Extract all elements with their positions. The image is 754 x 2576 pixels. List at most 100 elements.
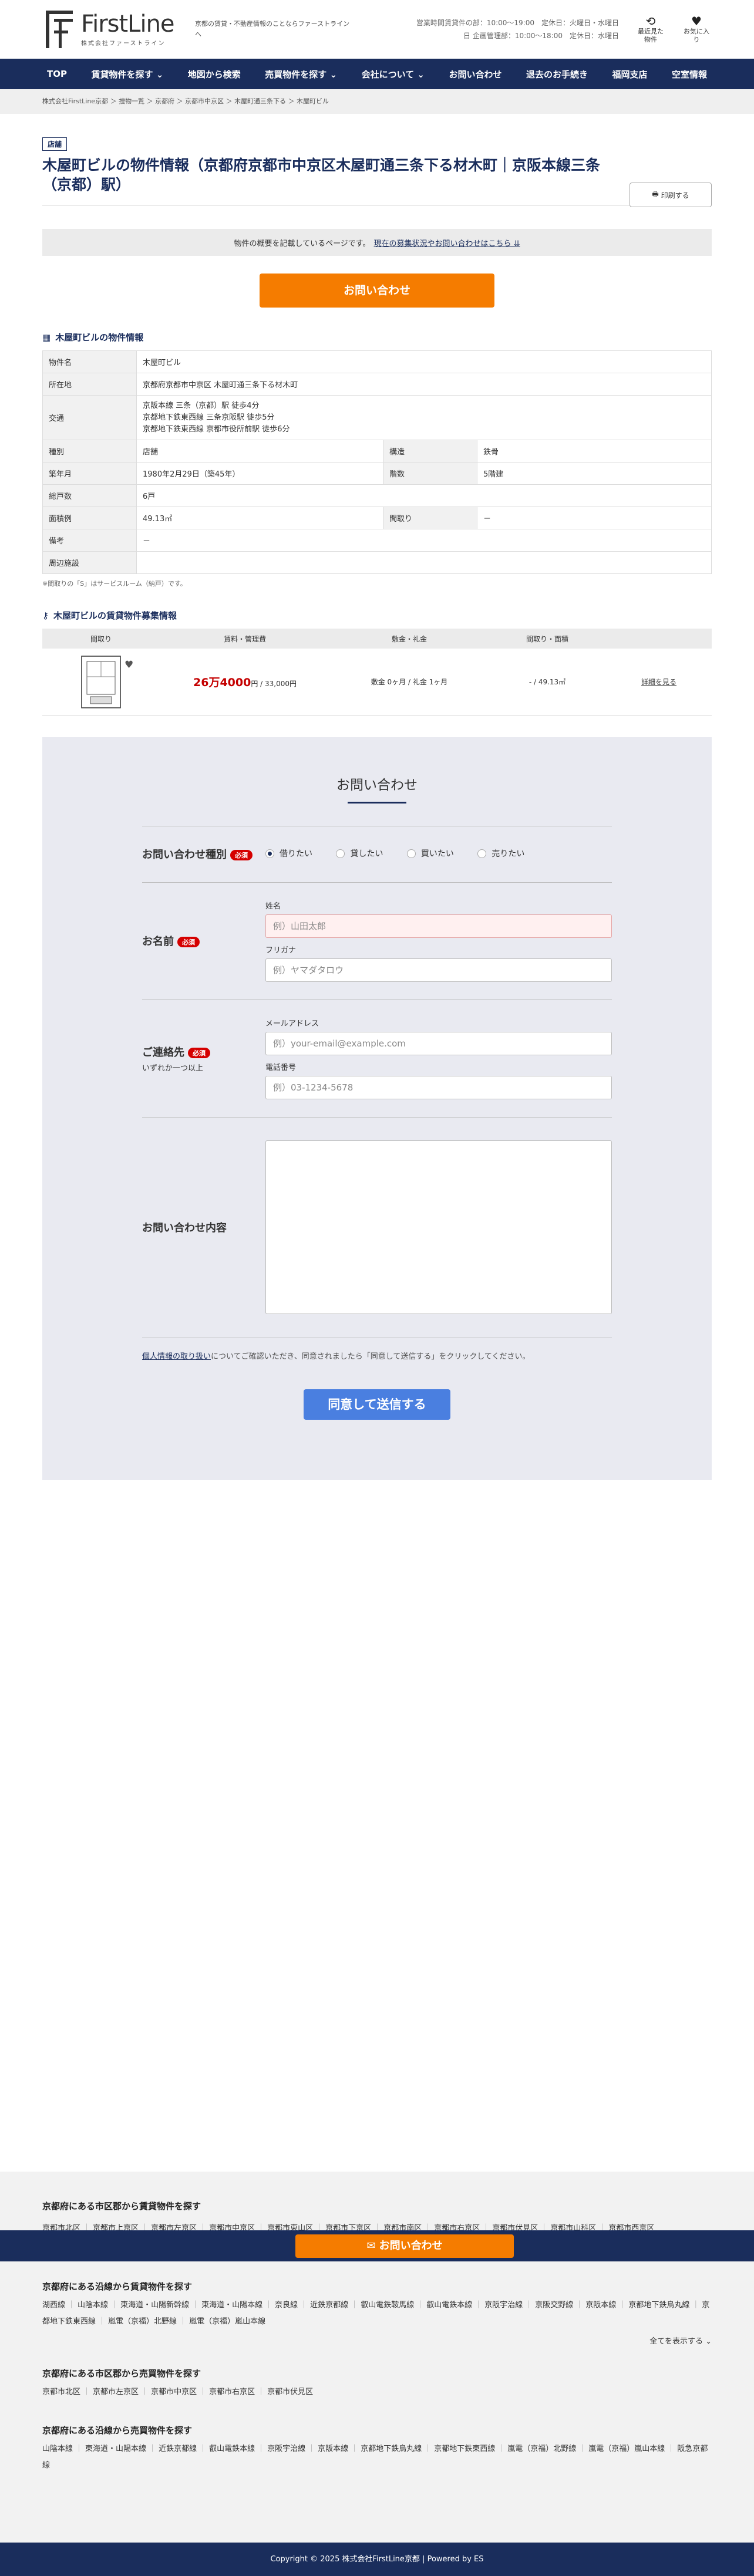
footer-link[interactable]: 京都市伏見区 — [267, 2388, 315, 2396]
building-icon: ▦ — [42, 332, 51, 343]
contact-label-text: ご連絡先 — [142, 1046, 184, 1059]
footer-link[interactable]: 嵐電（京福）北野線 — [507, 2445, 586, 2453]
contact-cta-button[interactable]: お問い合わせ — [260, 274, 494, 308]
tel-input[interactable]: 例）03-1234-5678 — [265, 1076, 612, 1099]
footer-link[interactable]: 京阪本線 — [585, 2301, 626, 2310]
sticky-contact-label: お問い合わせ — [379, 2240, 443, 2252]
traffic-line-1: 京阪本線 三条（京都）駅 徒歩4分 — [143, 401, 260, 410]
label-traffic: 交通 — [42, 395, 137, 440]
email-input[interactable]: 例）your-email@example.com — [265, 1032, 612, 1055]
radio-lend[interactable]: 貸したい — [336, 848, 383, 859]
detail-link[interactable]: 詳細を見る — [641, 678, 676, 686]
footer-link[interactable]: 嵐電（京福）嵐山本線 — [588, 2445, 675, 2453]
value-structure: 鉄骨 — [477, 440, 712, 462]
nav-company[interactable]: 会社について ⌄ — [357, 68, 429, 80]
required-badge: 必須 — [177, 937, 200, 947]
kana-input[interactable]: 例）ヤマダタロウ — [265, 958, 612, 982]
history-icon: ⟲ — [645, 14, 656, 28]
summary-link[interactable]: 現在の募集状況やお問い合わせはこちら ⇊ — [374, 237, 520, 248]
area-cell: - / 49.13㎡ — [489, 649, 606, 716]
name-row: お名前 必須 姓名 例）山田太郎 フリガナ 例）ヤマダタロウ — [142, 882, 612, 1000]
footer-rent-line-links: 湖西線山陰本線東海道・山陽新幹線東海道・山陽本線奈良線近鉄京都線叡山電鉄鞍馬線叡… — [42, 2297, 712, 2330]
floorplan-image[interactable] — [81, 656, 121, 708]
property-info-table: 物件名 木屋町ビル 所在地 京都府京都市中京区 木屋町通三条下る材木町 交通 京阪本線… — [42, 350, 712, 574]
table-row[interactable]: ♥ 26万4000円 / 33,000円 敷金 0ヶ月 / 礼金 1ヶ月 - /… — [42, 649, 712, 716]
main-content: 店舗 木屋町ビルの物件情報（京都府京都市中京区木屋町通三条下る材木町｜京阪本線三… — [42, 114, 712, 1480]
value-address: 京都府京都市中京区 木屋町通三条下る材木町 — [136, 373, 712, 396]
detail-cell: 詳細を見る — [606, 649, 712, 716]
deposit-cell: 敷金 0ヶ月 / 礼金 1ヶ月 — [330, 649, 489, 716]
footer-link[interactable]: 京阪宇治線 — [484, 2301, 533, 2310]
footer-link[interactable]: 京阪交野線 — [535, 2301, 583, 2310]
inquiry-type-row: お問い合わせ種別 必須 借りたい 貸したい 買いたい 売りたい — [142, 825, 612, 882]
site-tagline: 京都の賃貸・不動産情報のことならファーストラインへ — [195, 20, 350, 38]
traffic-line-2: 京都地下鉄東西線 三条京阪駅 徒歩5分 — [143, 413, 275, 422]
privacy-link[interactable]: 個人情報の取り扱い — [142, 1352, 211, 1361]
submit-button[interactable]: 同意して送信する — [304, 1389, 450, 1420]
col-action — [606, 629, 712, 649]
site-logo[interactable]: FirstLine 株式会社ファーストライン — [42, 8, 189, 50]
recent-viewed-button[interactable]: ⟲ 最近見た物件 — [635, 15, 666, 44]
footer-link[interactable]: 京都地下鉄烏丸線 — [628, 2301, 699, 2310]
nav-sale[interactable]: 売買物件を探す ⌄ — [260, 68, 342, 80]
breadcrumb-text[interactable]: 株式会社FirstLine京都 ＞ 捜物一覧 ＞ 京都府 ＞ 京都市中京区 ＞ … — [42, 89, 712, 114]
name-input[interactable]: 例）山田太郎 — [265, 914, 612, 938]
footer-rent-area-heading: 京都府にある市区郡から賃貸物件を探す — [42, 2201, 201, 2212]
traffic-line-3: 京都地下鉄東西線 京都市役所前駅 徒歩6分 — [143, 424, 290, 434]
print-button[interactable]: 🖶 印刷する — [630, 183, 712, 207]
nav-top[interactable]: TOP — [42, 69, 72, 79]
footer-link[interactable]: 嵐電（京福）嵐山本線 — [189, 2317, 268, 2326]
inquiry-type-label: お問い合わせ種別 必須 — [142, 846, 265, 862]
label-units: 総戸数 — [42, 484, 137, 507]
nav-map[interactable]: 地図から検索 — [183, 68, 245, 80]
value-name: 木屋町ビル — [136, 350, 712, 373]
recent-viewed-label: 最近見た物件 — [638, 28, 664, 43]
footer-link[interactable]: 京都地下鉄烏丸線 — [361, 2445, 432, 2453]
footer-link[interactable]: 京阪宇治線 — [267, 2445, 315, 2453]
radio-rent[interactable]: 借りたい — [265, 848, 312, 859]
footer-sale-area-heading: 京都府にある市区郡から売買物件を探す — [42, 2368, 201, 2379]
value-area: 49.13㎡ — [136, 507, 383, 529]
radio-buy[interactable]: 買いたい — [406, 848, 454, 859]
footer-link[interactable]: 京都地下鉄東西線 — [434, 2445, 505, 2453]
message-label: お問い合わせ内容 — [142, 1222, 227, 1234]
show-all-link[interactable]: 全てを表示する ⌄ — [42, 2335, 712, 2346]
footer-link[interactable]: 叡山電鉄本線 — [209, 2445, 265, 2453]
footer-link[interactable]: 湖西線 — [42, 2301, 75, 2310]
favorite-heart-icon[interactable]: ♥ — [124, 659, 133, 671]
footer-link[interactable]: 近鉄京都線 — [159, 2445, 207, 2453]
kana-sublabel: フリガナ — [265, 946, 297, 955]
footer-link[interactable]: 近鉄京都線 — [310, 2301, 358, 2310]
favorites-label: お気に入り — [684, 28, 709, 43]
sticky-contact-bar: ✉ お問い合わせ — [0, 2230, 754, 2261]
footer-link[interactable]: 京都市北区 — [42, 2388, 90, 2396]
nav-moveout[interactable]: 退去のお手続き — [521, 68, 593, 80]
label-layout: 間取り — [383, 507, 477, 529]
footer-link[interactable]: 嵐電（京福）北野線 — [108, 2317, 187, 2326]
footer-link[interactable]: 京阪本線 — [318, 2445, 358, 2453]
message-textarea[interactable] — [265, 1140, 612, 1314]
logo-name: FirstLine — [81, 10, 175, 38]
nav-vacancy[interactable]: 空室情報 — [667, 68, 712, 80]
footer-sale-line-heading: 京都府にある沿線から売買物件を探す — [42, 2425, 193, 2436]
footer-link[interactable]: 京都市中京区 — [151, 2388, 207, 2396]
mail-icon: ✉ — [366, 2240, 379, 2252]
footer-link[interactable]: 東海道・山陽新幹線 — [120, 2301, 199, 2310]
radio-sell[interactable]: 売りたい — [477, 848, 524, 859]
footer-link[interactable]: 奈良線 — [275, 2301, 308, 2310]
footer-link[interactable]: 京都市右京区 — [209, 2388, 265, 2396]
footer-link[interactable]: 東海道・山陽本線 — [201, 2301, 272, 2310]
name-sublabel: 姓名 — [265, 902, 281, 911]
nav-contact[interactable]: お問い合わせ — [444, 68, 506, 80]
footer-link[interactable]: 東海道・山陽本線 — [85, 2445, 156, 2453]
sticky-contact-button[interactable]: ✉ お問い合わせ — [295, 2234, 514, 2258]
nav-fukuoka[interactable]: 福岡支店 — [607, 68, 652, 80]
footer-link[interactable]: 叡山電鉄鞍馬線 — [361, 2301, 424, 2310]
footer-link[interactable]: 山陰本線 — [42, 2445, 83, 2453]
footer-link[interactable]: 叡山電鉄本線 — [426, 2301, 482, 2310]
footer-link[interactable]: 京都市左京区 — [93, 2388, 149, 2396]
favorites-button[interactable]: ♥ お気に入り — [681, 15, 712, 44]
footer-link[interactable]: 山陰本線 — [78, 2301, 118, 2310]
nav-rent[interactable]: 賃貸物件を探す ⌄ — [86, 68, 168, 80]
value-nearby — [136, 551, 712, 574]
